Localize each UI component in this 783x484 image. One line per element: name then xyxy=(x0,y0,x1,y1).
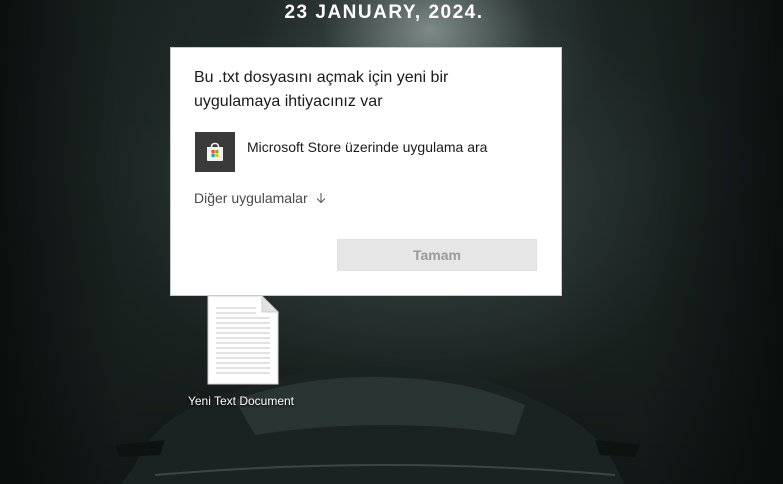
ok-button[interactable]: Tamam xyxy=(337,239,537,271)
more-apps-label: Diğer uygulamalar xyxy=(194,190,308,206)
desktop: 23 JANUARY, 2024. Bu .txt dosyasını açma… xyxy=(0,0,783,484)
microsoft-store-option[interactable]: Microsoft Store üzerinde uygulama ara xyxy=(195,132,545,172)
more-apps-link[interactable]: Diğer uygulamalar xyxy=(194,190,327,206)
arrow-down-icon xyxy=(315,192,327,204)
microsoft-store-icon xyxy=(195,132,235,172)
desktop-date-widget: 23 JANUARY, 2024. xyxy=(284,2,484,23)
desktop-icon-label: Yeni Text Document xyxy=(187,394,295,408)
wallpaper-car xyxy=(115,366,640,484)
text-document-icon xyxy=(207,294,280,385)
dialog-title: Bu .txt dosyasını açmak için yeni bir uy… xyxy=(194,69,449,110)
desktop-icon-text-document[interactable]: Yeni Text Document xyxy=(186,294,296,414)
open-with-dialog: Bu .txt dosyasını açmak için yeni bir uy… xyxy=(170,47,562,296)
microsoft-store-option-label: Microsoft Store üzerinde uygulama ara xyxy=(247,139,488,155)
